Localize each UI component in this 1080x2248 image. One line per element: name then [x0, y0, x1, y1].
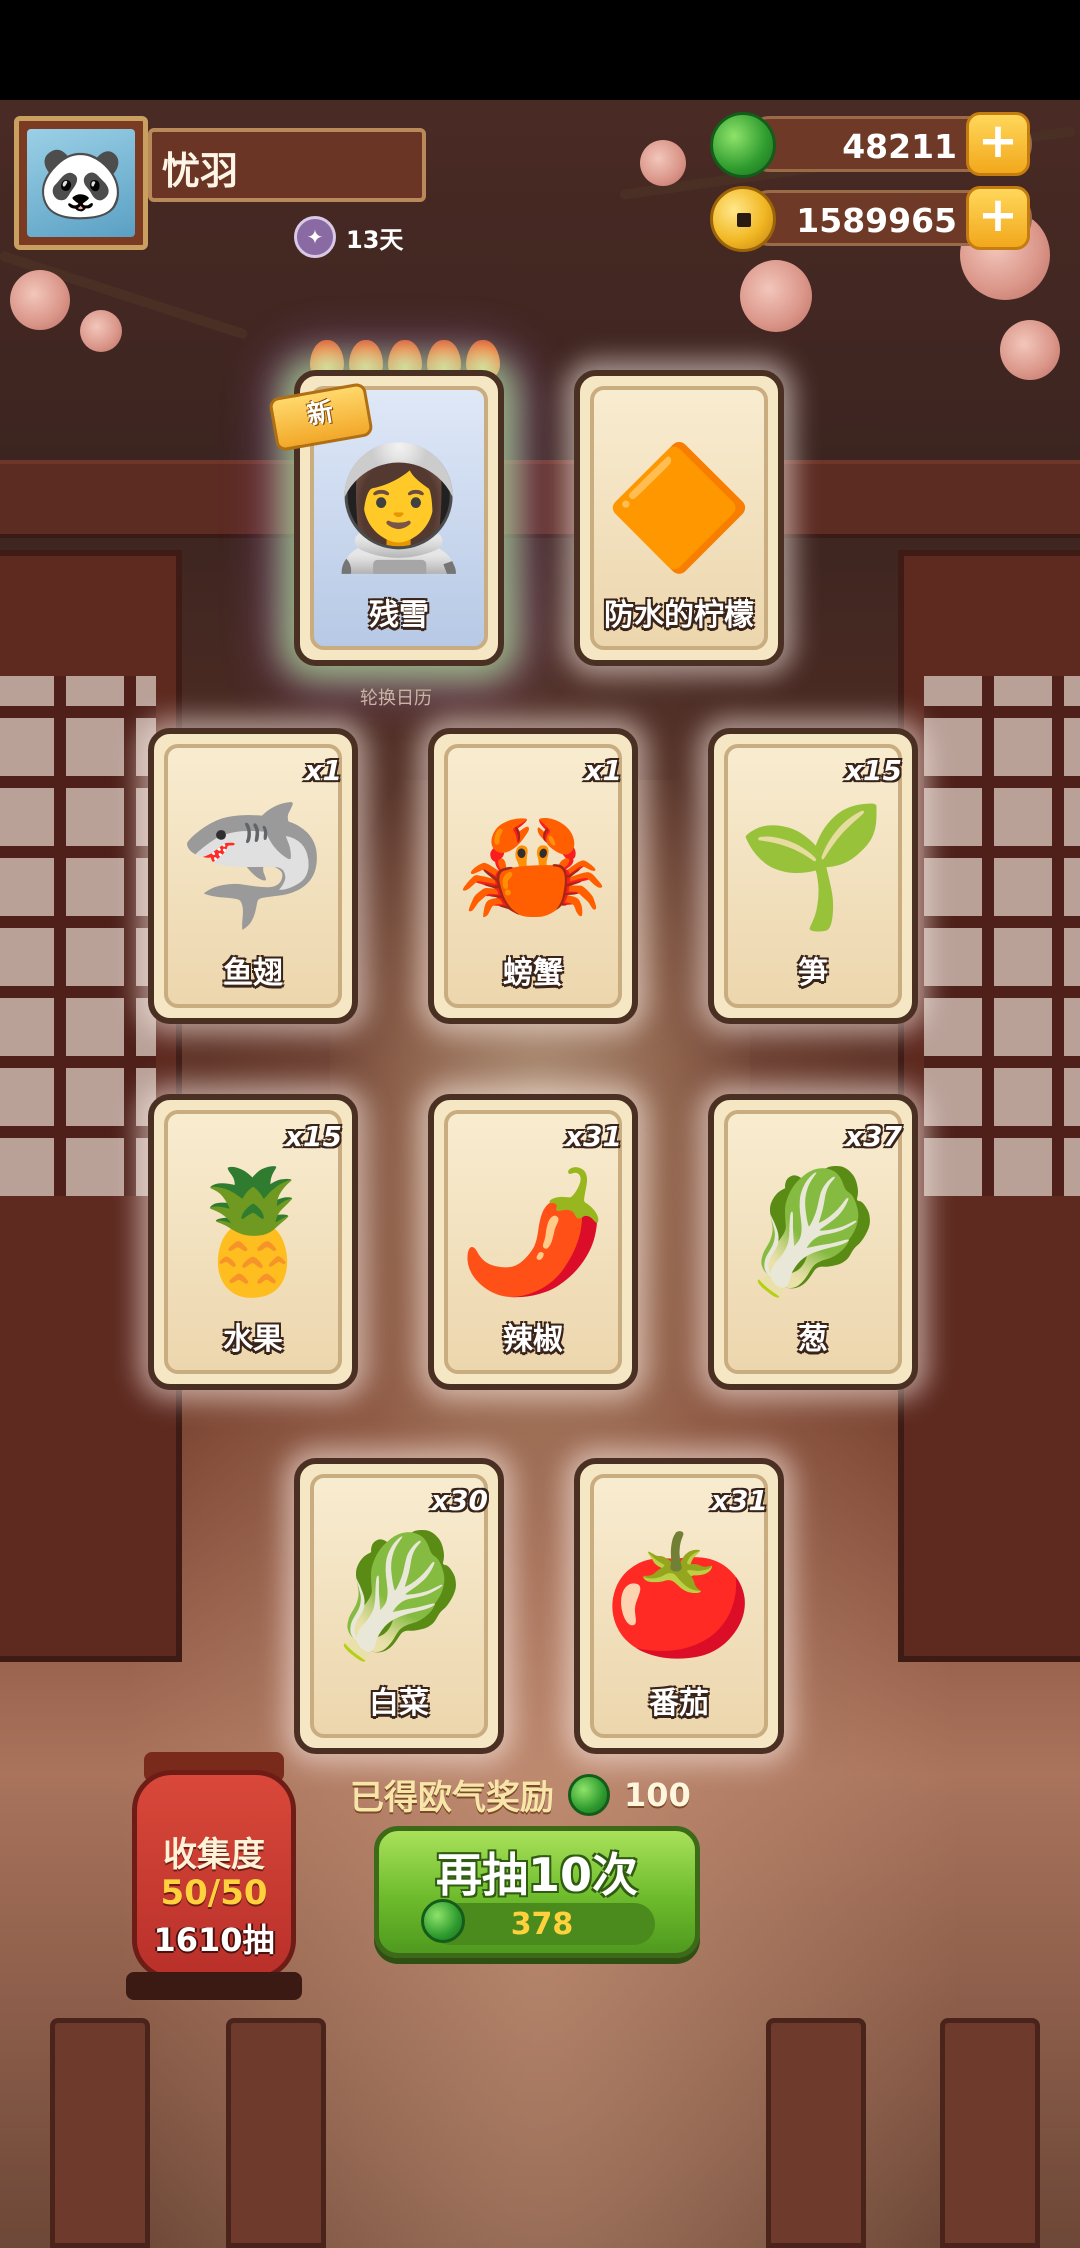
card-art: 🥬: [738, 1163, 888, 1302]
card-art: 🌱: [738, 797, 888, 936]
card-title: 残雪: [369, 598, 429, 633]
jade-amount: 48211: [842, 127, 957, 166]
card-title: 白菜: [369, 1686, 429, 1721]
wall-band: [0, 460, 1080, 538]
login-days: ✦ 13天: [294, 214, 403, 260]
draw-button-label: 再抽10次: [435, 1848, 638, 1902]
card-title: 番茄: [649, 1686, 709, 1721]
blossom-decoration: [10, 270, 70, 330]
jade-icon: [710, 112, 776, 178]
fence-post: [940, 2018, 1040, 2248]
fence-post: [766, 2018, 866, 2248]
blossom-decoration: [80, 310, 122, 352]
card-count: x31: [564, 1120, 622, 1153]
blossom-decoration: [640, 140, 686, 186]
card-title: 葱: [798, 1322, 828, 1357]
card-scallion[interactable]: x37 🥬 葱: [708, 1094, 918, 1390]
card-art: 🌶️: [458, 1163, 608, 1302]
jade-icon: [568, 1773, 610, 1816]
card-count: x15: [844, 754, 902, 787]
card-title: 防水的柠檬: [604, 598, 754, 633]
collection-label: 收集度: [163, 1835, 265, 1875]
player-name-plate: 忧羽: [148, 128, 426, 202]
card-canxue[interactable]: 👩‍🚀 残雪 新: [268, 370, 504, 666]
calendar-character-icon: ✦: [294, 216, 336, 258]
luck-reward-line: 已得欧气奖励 100: [350, 1770, 691, 1819]
card-bamboo[interactable]: x15 🌱 笋: [708, 728, 918, 1024]
collection-progress: 50/50: [160, 1873, 268, 1913]
blossom-decoration: [740, 260, 812, 332]
card-lemon[interactable]: 🔶 防水的柠檬: [574, 370, 784, 666]
draw-ten-again-button[interactable]: 再抽10次 378: [374, 1826, 700, 1958]
coin-icon: [710, 186, 776, 252]
window-lattice: [0, 676, 156, 1196]
coin-amount: 1589965: [796, 201, 957, 240]
player-avatar-button[interactable]: 🐼: [14, 116, 148, 250]
avatar: 🐼: [27, 129, 135, 237]
card-count: x37: [844, 1120, 902, 1153]
card-art: 🥬: [324, 1527, 474, 1666]
card-art: 🍅: [604, 1527, 754, 1666]
card-count: x1: [584, 754, 622, 787]
add-jade-button[interactable]: +: [966, 112, 1030, 176]
draw-cost: 378: [421, 1899, 655, 1945]
card-count: x15: [284, 1120, 342, 1153]
collection-lantern-button[interactable]: 收集度 50/50 1610抽: [132, 1770, 296, 1980]
card-count: x1: [304, 754, 342, 787]
card-cabbage[interactable]: x30 🥬 白菜: [294, 1458, 504, 1754]
card-count: x30: [430, 1484, 488, 1517]
fence-post: [226, 2018, 326, 2248]
card-fruit[interactable]: x15 🍍 水果: [148, 1094, 358, 1390]
right-door: [898, 550, 1080, 1662]
player-name: 忧羽: [162, 149, 239, 193]
days-count: 13天: [346, 225, 404, 254]
card-crab[interactable]: x1 🦀 螃蟹: [428, 728, 638, 1024]
draw-cost-value: 378: [510, 1907, 574, 1942]
collection-draws: 1610抽: [153, 1921, 275, 1959]
card-title: 水果: [223, 1322, 283, 1357]
card-art: 🦈: [178, 797, 328, 936]
card-shark-fin[interactable]: x1 🦈 鱼翅: [148, 728, 358, 1024]
card-title: 螃蟹: [503, 956, 563, 991]
card-art: 🍍: [178, 1163, 328, 1302]
card-title: 鱼翅: [223, 956, 283, 991]
reward-value: 100: [624, 1775, 691, 1814]
card-title: 辣椒: [503, 1322, 563, 1357]
blossom-decoration: [1000, 320, 1060, 380]
card-pepper[interactable]: x31 🌶️ 辣椒: [428, 1094, 638, 1390]
card-title: 笋: [798, 956, 828, 991]
card-art: 👩‍🚀: [324, 439, 474, 578]
reward-label: 已得欧气奖励: [350, 1778, 554, 1818]
card-art: 🔶: [604, 439, 754, 578]
lantern-base: [126, 1972, 302, 2000]
card-tomato[interactable]: x31 🍅 番茄: [574, 1458, 784, 1754]
window-lattice: [924, 676, 1080, 1196]
calendar-label: 轮换日历: [360, 688, 432, 709]
add-coins-button[interactable]: +: [966, 186, 1030, 250]
fence-post: [50, 2018, 150, 2248]
card-count: x31: [710, 1484, 768, 1517]
card-art: 🦀: [458, 797, 608, 936]
